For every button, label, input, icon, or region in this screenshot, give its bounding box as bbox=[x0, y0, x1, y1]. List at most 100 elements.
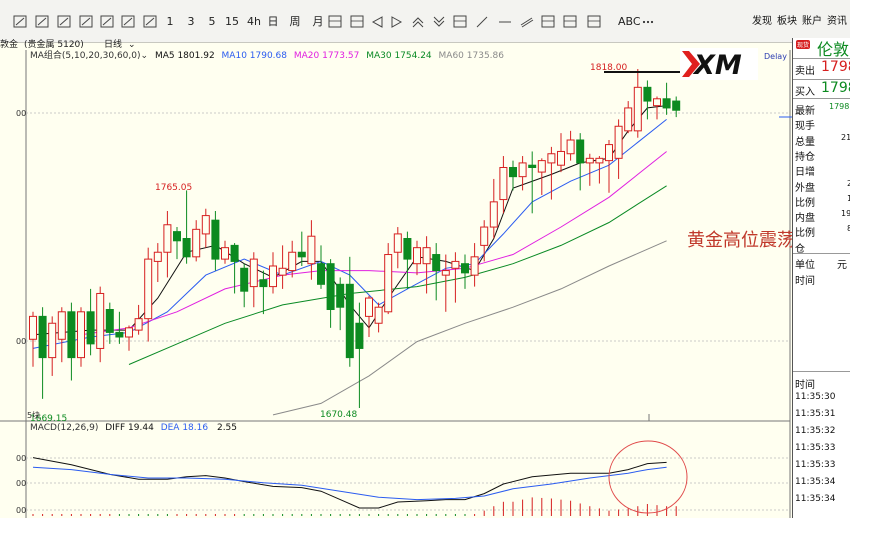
time-label: 时间 bbox=[795, 276, 815, 287]
candle bbox=[67, 302, 76, 381]
candle bbox=[633, 69, 642, 138]
draw-line-icon[interactable] bbox=[13, 15, 27, 28]
candle bbox=[451, 252, 460, 303]
crosshair-icon[interactable] bbox=[57, 15, 71, 28]
macd-value-label: 2.55 bbox=[216, 423, 238, 433]
table-icon[interactable] bbox=[453, 15, 467, 28]
trend-icon[interactable] bbox=[35, 15, 49, 28]
fib-icon[interactable] bbox=[541, 15, 555, 28]
candle bbox=[259, 270, 268, 315]
candle bbox=[182, 190, 191, 264]
buy-label: 买入 bbox=[795, 87, 815, 98]
candle bbox=[441, 254, 450, 312]
candle bbox=[576, 133, 585, 191]
candle bbox=[499, 156, 508, 214]
refresh-icon[interactable] bbox=[121, 15, 135, 28]
candle bbox=[461, 254, 469, 289]
quote-panel: 现货 伦敦 卖出 1798 买入 1798 最新1798现手总量21持仓日增外盘… bbox=[792, 38, 850, 518]
parallel-tool-icon[interactable] bbox=[520, 17, 534, 28]
trade-time: 11:35:31 bbox=[795, 409, 836, 419]
ma20-label: MA20 1773.57 bbox=[293, 51, 360, 61]
candle bbox=[653, 96, 661, 120]
quote-row-label: 最新 bbox=[795, 106, 815, 117]
candle bbox=[585, 153, 594, 186]
ma30-line bbox=[128, 185, 667, 365]
bar-tool-icon[interactable] bbox=[587, 15, 601, 28]
ma-group-chevron-icon[interactable]: ⌄ bbox=[141, 51, 149, 61]
candle bbox=[566, 130, 575, 161]
candle bbox=[211, 211, 220, 271]
candle bbox=[153, 243, 162, 283]
candle bbox=[413, 240, 421, 276]
macd-label[interactable]: MACD(12,26,9) bbox=[30, 423, 98, 433]
trade-time: 11:35:34 bbox=[795, 477, 836, 487]
quote-row-value: 8 bbox=[847, 224, 850, 233]
candle bbox=[38, 307, 47, 399]
zoom-in-icon[interactable] bbox=[79, 15, 93, 28]
candle bbox=[48, 316, 57, 376]
macd-dea-line bbox=[32, 466, 667, 501]
quote-row-value: 1 bbox=[847, 194, 850, 203]
trade-time: 11:35:32 bbox=[795, 426, 836, 436]
macd-tick-label: 00 bbox=[16, 479, 26, 488]
quote-row-value: 19 bbox=[841, 209, 850, 219]
candle bbox=[345, 256, 354, 367]
quote-row-label: 日增 bbox=[795, 167, 815, 179]
xm-logo: XM bbox=[680, 48, 758, 81]
partial-label: 5块 bbox=[27, 410, 40, 420]
macd-tick-label: 00 bbox=[16, 506, 26, 515]
candle bbox=[480, 220, 489, 262]
candle bbox=[365, 295, 373, 337]
candle bbox=[336, 277, 345, 331]
macd-dea-label: DEA 18.16 bbox=[160, 423, 209, 433]
candle bbox=[269, 252, 277, 294]
toolbar-icons bbox=[13, 15, 654, 28]
quote-row-label: 外盘 bbox=[795, 182, 815, 194]
symbol-name[interactable]: 敦金 bbox=[0, 38, 18, 52]
ma-group-label[interactable]: MA组合(5,10,20,30,60,0) bbox=[30, 51, 141, 61]
candle bbox=[249, 252, 258, 308]
buy-value[interactable]: 1798 bbox=[821, 80, 850, 96]
box-icon[interactable] bbox=[563, 15, 577, 28]
candlesticks bbox=[29, 69, 681, 408]
candle bbox=[240, 263, 249, 308]
candle bbox=[317, 245, 325, 289]
macd-panel bbox=[32, 440, 688, 516]
home-icon[interactable] bbox=[328, 15, 342, 28]
macd-tick-label: 00 bbox=[16, 454, 26, 463]
trade-time: 11:35:34 bbox=[795, 494, 836, 504]
ma10-label: MA10 1790.68 bbox=[221, 51, 287, 61]
bowtie-icon[interactable] bbox=[350, 15, 364, 28]
quote-row-value: 1798 bbox=[829, 102, 850, 111]
svg-text:XM: XM bbox=[692, 50, 742, 80]
quote-row-label: 总量 bbox=[795, 136, 815, 148]
candle bbox=[105, 302, 114, 344]
quote-row-value: 21 bbox=[841, 132, 850, 142]
right-arrow-icon[interactable] bbox=[391, 16, 403, 28]
trade-time: 11:35:33 bbox=[795, 443, 836, 453]
quote-row-label: 现手 bbox=[795, 121, 815, 133]
macd-highlight-circle bbox=[608, 440, 688, 514]
more-icon[interactable] bbox=[642, 20, 654, 24]
candle bbox=[125, 325, 133, 351]
candle bbox=[278, 245, 287, 289]
quote-row-label: 持仓 bbox=[795, 151, 815, 163]
compare-icon[interactable] bbox=[143, 15, 157, 28]
left-arrow-icon[interactable] bbox=[371, 16, 383, 28]
sell-value[interactable]: 1798 bbox=[821, 59, 850, 75]
up-chevrons-icon[interactable] bbox=[412, 17, 424, 28]
candle bbox=[57, 307, 66, 363]
down-chevrons-icon[interactable] bbox=[433, 16, 445, 27]
candle bbox=[326, 259, 335, 328]
ma5-label: MA5 1801.92 bbox=[154, 51, 215, 61]
quote-badge: 现货 bbox=[796, 40, 811, 49]
quote-row-label: 比例 bbox=[795, 197, 815, 209]
candle bbox=[662, 82, 671, 115]
candle bbox=[557, 133, 565, 173]
save-icon[interactable] bbox=[100, 15, 114, 28]
candle bbox=[307, 220, 316, 280]
unit-label: 单位 bbox=[795, 260, 815, 271]
quote-title: 伦敦 bbox=[817, 40, 850, 59]
candle bbox=[672, 96, 681, 118]
line-tool-icon[interactable] bbox=[476, 16, 488, 28]
